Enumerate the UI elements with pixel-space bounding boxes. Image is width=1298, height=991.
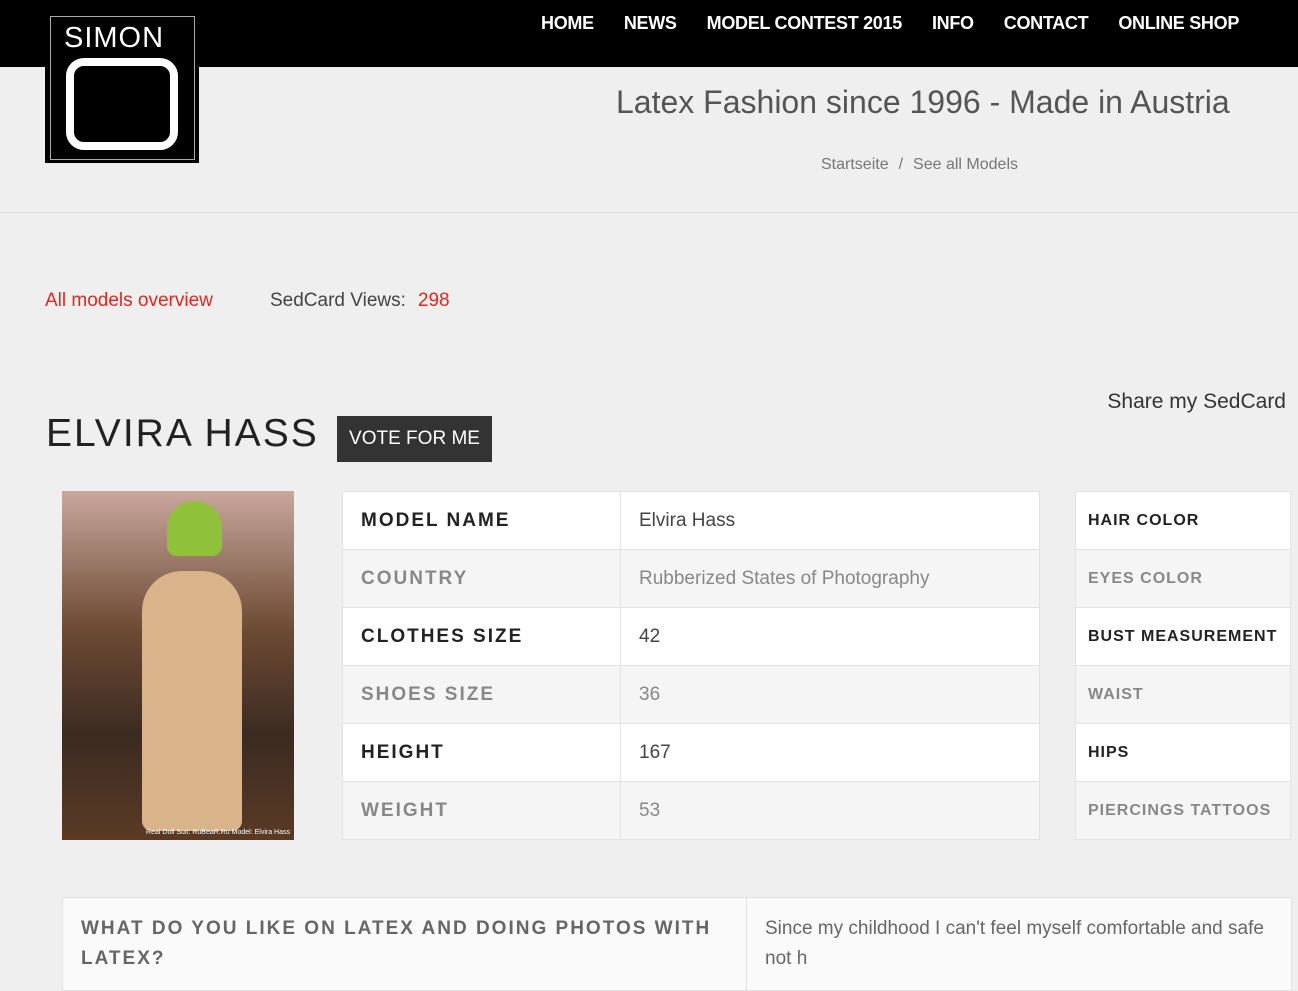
breadcrumb-separator: / [898, 156, 904, 173]
table-row: HIPS [1075, 723, 1291, 782]
nav-contact[interactable]: CONTACT [1004, 13, 1089, 34]
table-row: COUNTRY Rubberized States of Photography [342, 549, 1040, 608]
detail-label: WAIST [1075, 665, 1291, 724]
table-row: BUST MEASUREMENT [1075, 607, 1291, 666]
breadcrumb-home[interactable]: Startseite [821, 156, 889, 173]
simon-o-logo[interactable]: SIMON [45, 13, 199, 163]
detail-label: EYES COLOR [1075, 549, 1291, 608]
detail-label: PIERCINGS TATTOOS [1075, 781, 1291, 840]
nav-info[interactable]: INFO [932, 13, 974, 34]
photo-caption: Real Doll Suit: RuBeaR.Ru Model: Elvira … [146, 829, 290, 836]
nav-home[interactable]: HOME [541, 13, 594, 34]
table-row: MODEL NAME Elvira Hass [342, 491, 1040, 550]
detail-label: COUNTRY [342, 549, 621, 608]
table-row: CLOTHES SIZE 42 [342, 607, 1040, 666]
table-row: SHOES SIZE 36 [342, 665, 1040, 724]
vote-button[interactable]: VOTE FOR ME [337, 416, 492, 462]
detail-value: Rubberized States of Photography [620, 549, 1040, 608]
model-name-heading: ELVIRA HASS [46, 412, 319, 455]
qa-answer: Since my childhood I can't feel myself c… [765, 918, 1264, 969]
detail-label: MODEL NAME [342, 491, 621, 550]
table-row: WEIGHT 53 [342, 781, 1040, 840]
breadcrumb-current[interactable]: See all Models [913, 156, 1018, 173]
table-row: HAIR COLOR [1075, 491, 1291, 550]
all-models-link[interactable]: All models overview [45, 290, 213, 312]
divider [0, 212, 1298, 213]
tagline: Latex Fashion since 1996 - Made in Austr… [616, 84, 1230, 120]
table-row: WAIST [1075, 665, 1291, 724]
views-label: SedCard Views: [270, 290, 406, 311]
sedcard-views: SedCard Views: 298 [270, 290, 450, 312]
detail-label: SHOES SIZE [342, 665, 621, 724]
main-nav: HOME NEWS MODEL CONTEST 2015 INFO CONTAC… [541, 13, 1239, 34]
detail-label: HAIR COLOR [1075, 491, 1291, 550]
detail-value: 42 [620, 607, 1040, 666]
detail-value: 53 [620, 781, 1040, 840]
breadcrumb: Startseite / See all Models [821, 156, 1018, 174]
detail-value: Elvira Hass [620, 491, 1040, 550]
nav-model-contest[interactable]: MODEL CONTEST 2015 [707, 13, 903, 34]
table-row: EYES COLOR [1075, 549, 1291, 608]
model-measurements-table: HAIR COLOR EYES COLOR BUST MEASUREMENT WAIS… [1075, 491, 1291, 840]
model-photo[interactable]: Real Doll Suit: RuBeaR.Ru Model: Elvira … [62, 491, 294, 840]
detail-label: CLOTHES SIZE [342, 607, 621, 666]
detail-value: 36 [620, 665, 1040, 724]
detail-label: WEIGHT [342, 781, 621, 840]
detail-label: BUST MEASUREMENT [1075, 607, 1291, 666]
nav-news[interactable]: NEWS [624, 13, 677, 34]
qa-row: WHAT DO YOU LIKE ON LATEX AND DOING PHOT… [62, 897, 1292, 991]
nav-online-shop[interactable]: ONLINE SHOP [1118, 13, 1239, 34]
detail-value: 167 [620, 723, 1040, 782]
table-row: PIERCINGS TATTOOS [1075, 781, 1291, 840]
qa-question: WHAT DO YOU LIKE ON LATEX AND DOING PHOT… [63, 898, 747, 990]
model-details-table: MODEL NAME Elvira Hass COUNTRY Rubberized S… [342, 491, 1040, 840]
views-count: 298 [417, 290, 450, 311]
share-sedcard[interactable]: Share my SedCard [1107, 390, 1286, 414]
table-row: HEIGHT 167 [342, 723, 1040, 782]
detail-label: HEIGHT [342, 723, 621, 782]
detail-label: HIPS [1075, 723, 1291, 782]
